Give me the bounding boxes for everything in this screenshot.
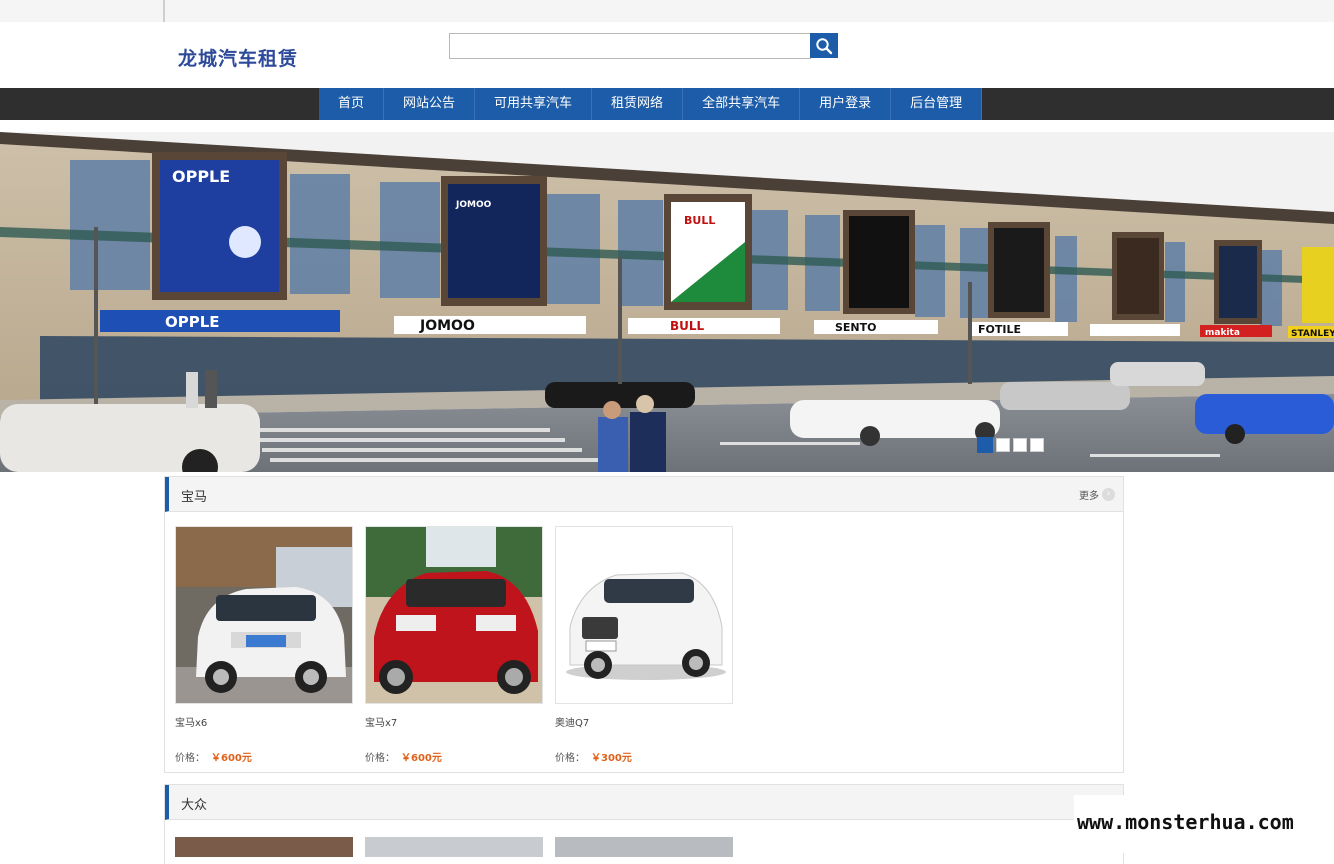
car-photo[interactable]	[175, 526, 353, 704]
svg-text:JOMOO: JOMOO	[419, 318, 475, 334]
svg-text:OPPLE: OPPLE	[165, 313, 220, 331]
car-price: 价格： ￥300元	[555, 749, 733, 764]
search-icon	[816, 38, 833, 55]
section-title: 大众	[181, 798, 208, 813]
car-photo[interactable]	[365, 837, 543, 857]
divider	[163, 0, 165, 22]
car-photo[interactable]	[555, 526, 733, 704]
nav-item-available-cars[interactable]: 可用共享汽车	[475, 88, 593, 120]
svg-text:SENTO: SENTO	[835, 321, 877, 334]
banner-image: OPPLE JOMOO BULL OPPLE JOMOO BULL SENTO …	[0, 132, 1334, 472]
header: 龙城汽车租赁	[0, 22, 1334, 88]
carousel-dot-1[interactable]	[977, 437, 993, 453]
car-name[interactable]: 宝马x7	[365, 714, 543, 729]
svg-text:BULL: BULL	[670, 319, 705, 333]
top-bar	[0, 0, 1334, 22]
price-label: 价格：	[175, 753, 205, 764]
price-value: ￥300元	[591, 753, 632, 764]
section-header: 宝马 更多 ›	[165, 477, 1123, 512]
search-input[interactable]	[449, 33, 811, 59]
price-value: ￥600元	[211, 753, 252, 764]
nav-item-rental-network[interactable]: 租赁网络	[592, 88, 684, 120]
section-header: 大众	[165, 785, 1123, 820]
watermark: www.monsterhua.com	[1074, 795, 1334, 853]
search-button[interactable]	[810, 33, 838, 58]
carousel-dots	[977, 437, 1044, 453]
car-image	[366, 527, 542, 703]
car-image	[176, 527, 352, 703]
car-section-bmw: 宝马 更多 › 宝马x6 价格： ￥600元 宝马x7 价格： ￥600元 奥迪…	[164, 476, 1124, 773]
section-title: 宝马	[181, 490, 208, 505]
price-value: ￥600元	[401, 753, 442, 764]
hero-banner[interactable]: OPPLE JOMOO BULL OPPLE JOMOO BULL SENTO …	[0, 132, 1334, 472]
nav-item-home[interactable]: 首页	[319, 88, 385, 120]
svg-text:BULL: BULL	[684, 214, 715, 227]
svg-text:JOMOO: JOMOO	[455, 200, 492, 210]
carousel-dot-4[interactable]	[1030, 438, 1044, 452]
car-card[interactable]: 奥迪Q7 价格： ￥300元	[555, 526, 733, 764]
watermark-text: www.monsterhua.com	[1077, 810, 1294, 834]
price-label: 价格：	[555, 753, 585, 764]
more-link[interactable]: 更多 ›	[1079, 487, 1115, 502]
chevron-right-icon[interactable]: ›	[1102, 488, 1115, 501]
price-label: 价格：	[365, 753, 395, 764]
car-photo[interactable]	[365, 526, 543, 704]
svg-text:FOTILE: FOTILE	[978, 323, 1021, 336]
site-logo[interactable]: 龙城汽车租赁	[178, 44, 298, 71]
carousel-dot-3[interactable]	[1013, 438, 1027, 452]
nav-item-login[interactable]: 用户登录	[800, 88, 892, 120]
car-price: 价格： ￥600元	[175, 749, 353, 764]
carousel-dot-2[interactable]	[996, 438, 1010, 452]
car-card[interactable]: 宝马x6 价格： ￥600元	[175, 526, 353, 764]
car-photo[interactable]	[175, 837, 353, 857]
nav-item-admin[interactable]: 后台管理	[891, 88, 983, 120]
main-nav: 首页 网站公告 可用共享汽车 租赁网络 全部共享汽车 用户登录 后台管理	[0, 88, 1334, 120]
car-name[interactable]: 宝马x6	[175, 714, 353, 729]
car-section-volkswagen: 大众	[164, 784, 1124, 864]
car-price: 价格： ￥600元	[365, 749, 543, 764]
car-name[interactable]: 奥迪Q7	[555, 714, 733, 729]
car-card[interactable]: 宝马x7 价格： ￥600元	[365, 526, 543, 764]
svg-text:STANLEY: STANLEY	[1291, 329, 1334, 339]
nav-item-all-cars[interactable]: 全部共享汽车	[683, 88, 801, 120]
more-label[interactable]: 更多	[1079, 487, 1099, 502]
car-image	[556, 527, 732, 703]
car-photo[interactable]	[555, 837, 733, 857]
nav-item-announcements[interactable]: 网站公告	[384, 88, 476, 120]
svg-text:makita: makita	[1205, 328, 1240, 338]
svg-text:OPPLE: OPPLE	[172, 167, 230, 186]
